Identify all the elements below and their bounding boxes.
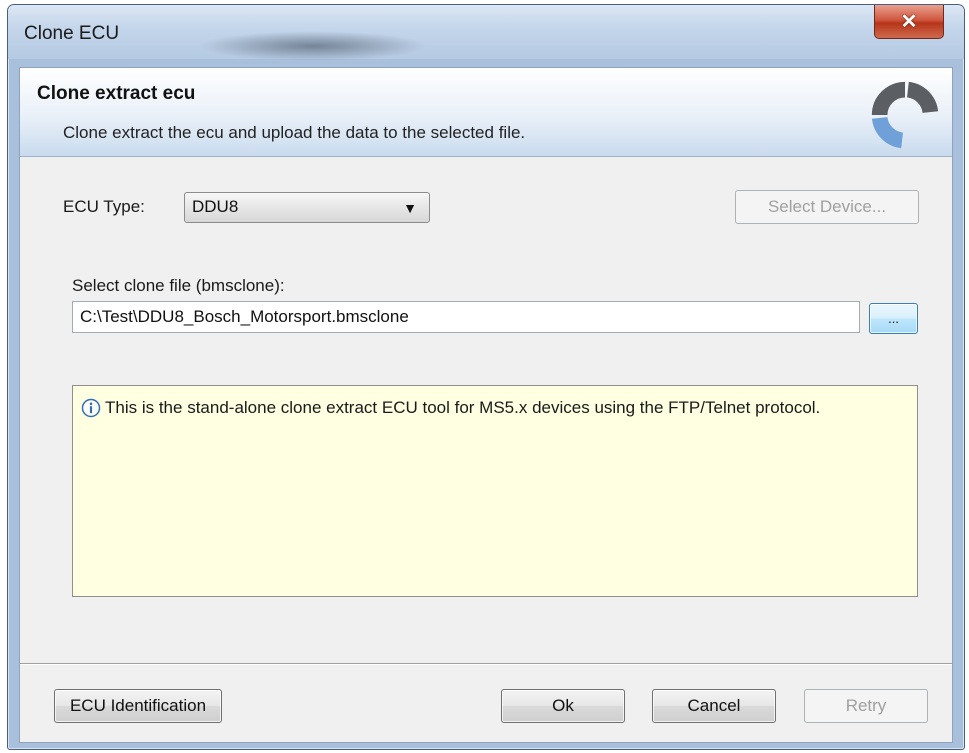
clone-file-input[interactable]: C:\Test\DDU8_Bosch_Motorsport.bmsclone	[72, 301, 860, 333]
ok-button[interactable]: Ok	[501, 689, 625, 723]
ecu-type-dropdown[interactable]: DDU8 ▼	[184, 192, 430, 223]
close-icon: ✕	[900, 11, 918, 33]
browse-button[interactable]: ...	[869, 303, 918, 334]
ecu-type-value: DDU8	[192, 197, 239, 216]
spinner-logo-icon	[871, 81, 939, 149]
cancel-button[interactable]: Cancel	[652, 689, 776, 723]
info-icon	[81, 398, 101, 418]
dialog-window: Clone ECU ✕ Clone extract ecu Clone extr…	[7, 4, 965, 750]
clone-file-label: Select clone file (bmsclone):	[72, 276, 285, 295]
window-title: Clone ECU	[24, 23, 120, 44]
title-bar[interactable]: Clone ECU ✕	[8, 5, 964, 61]
dropdown-arrow-icon: ▼	[403, 200, 417, 216]
clone-file-value: C:\Test\DDU8_Bosch_Motorsport.bmsclone	[80, 307, 409, 326]
ecu-identification-button[interactable]: ECU Identification	[54, 689, 222, 723]
wizard-header: Clone extract ecu Clone extract the ecu …	[20, 68, 952, 157]
ecu-type-label: ECU Type:	[63, 197, 145, 216]
header-title: Clone extract ecu	[37, 83, 196, 104]
close-button[interactable]: ✕	[874, 5, 944, 39]
header-subtitle: Clone extract the ecu and upload the dat…	[63, 123, 526, 142]
info-panel: This is the stand-alone clone extract EC…	[72, 385, 918, 597]
title-bar-shadow	[198, 31, 428, 61]
select-device-button[interactable]: Select Device...	[735, 190, 919, 224]
footer-separator	[20, 663, 952, 665]
retry-button[interactable]: Retry	[804, 689, 928, 723]
dialog-client-area: Clone extract ecu Clone extract the ecu …	[19, 67, 953, 743]
info-message: This is the stand-alone clone extract EC…	[105, 398, 821, 417]
